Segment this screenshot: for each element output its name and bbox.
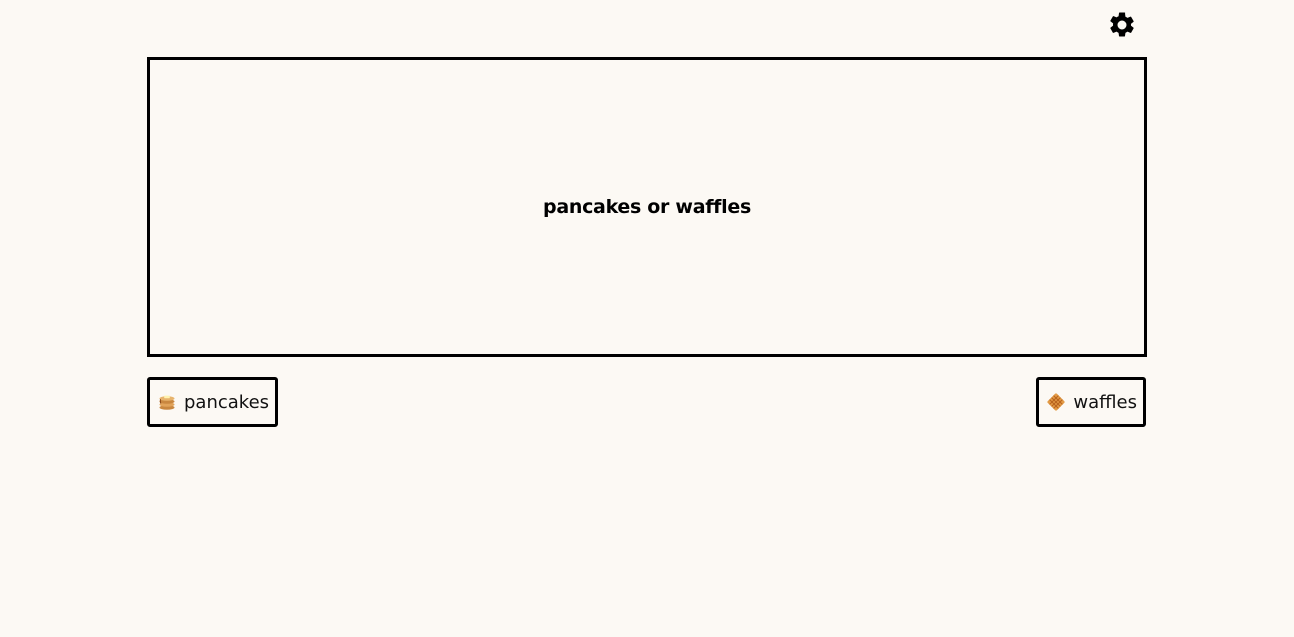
settings-button[interactable] [1107,10,1137,40]
waffles-choice-button[interactable]: waffles [1036,377,1146,427]
pancakes-choice-label: pancakes [184,391,270,413]
waffle-emoji-icon [1046,392,1066,412]
question-text: pancakes or waffles [543,196,751,218]
pancakes-emoji-icon [157,392,177,412]
question-card: pancakes or waffles [147,57,1147,357]
waffles-choice-label: waffles [1073,391,1137,413]
pancakes-choice-button[interactable]: pancakes [147,377,279,427]
gear-icon [1107,10,1137,40]
